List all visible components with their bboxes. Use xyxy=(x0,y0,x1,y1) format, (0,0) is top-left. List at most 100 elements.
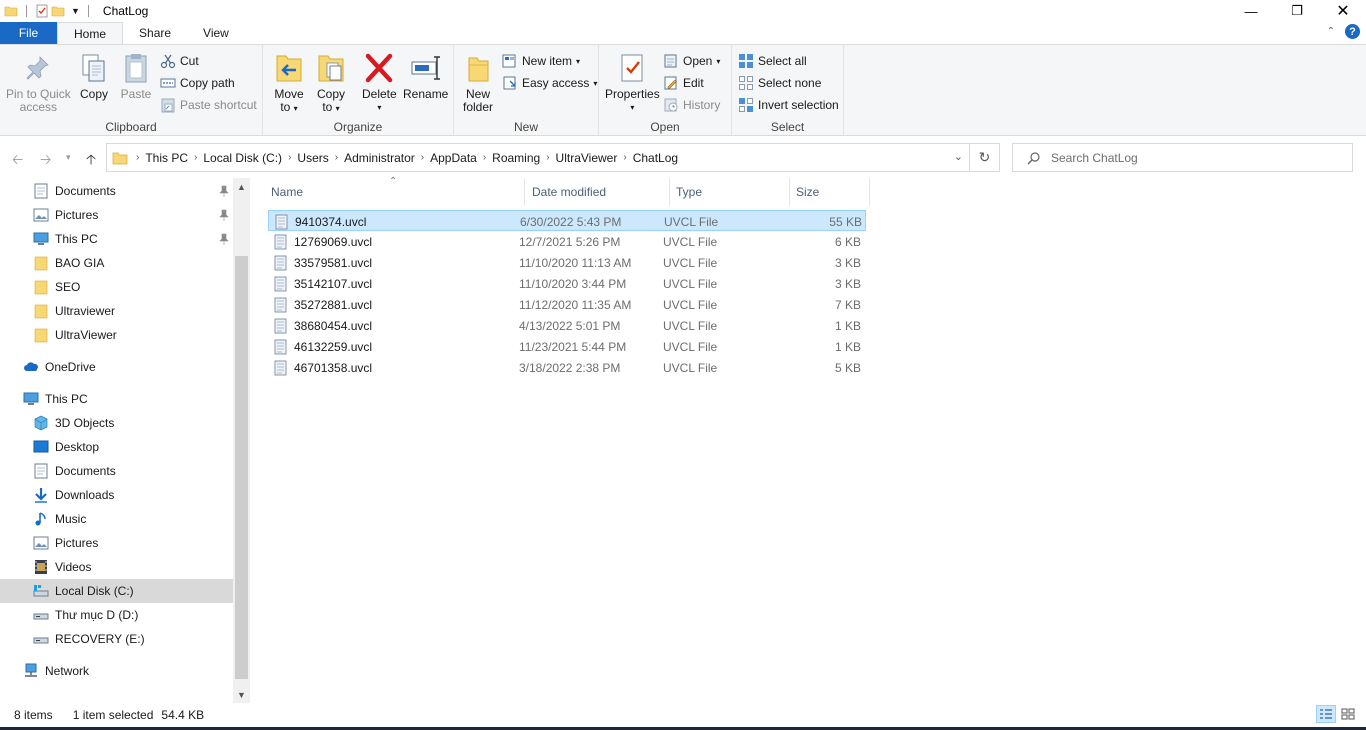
file-type: UVCL File xyxy=(664,214,719,229)
nav-item-this-pc-root[interactable]: This PC xyxy=(0,387,233,411)
invert-selection-button[interactable]: Invert selection xyxy=(738,95,839,115)
breadcrumb-local-disk[interactable]: Local Disk (C:) xyxy=(197,151,288,165)
properties-button[interactable]: Properties ▾ xyxy=(605,51,660,114)
nav-item-pictures[interactable]: Pictures xyxy=(0,203,233,227)
nav-item-documents[interactable]: Documents xyxy=(0,179,233,203)
paste-button[interactable]: Paste xyxy=(120,51,152,101)
file-row[interactable]: 35272881.uvcl 11/12/2020 11:35 AM UVCL Fil… xyxy=(268,294,866,315)
select-all-button[interactable]: Select all xyxy=(738,51,807,71)
nav-item-local-disk[interactable]: Local Disk (C:) xyxy=(0,579,233,603)
breadcrumb-administrator[interactable]: Administrator xyxy=(338,151,421,165)
refresh-button[interactable]: ↻ xyxy=(970,143,1000,172)
file-row[interactable]: 9410374.uvcl 6/30/2022 5:43 PM UVCL File 55… xyxy=(268,210,866,231)
pin-to-quick-access-button[interactable]: Pin to Quick access xyxy=(6,51,71,114)
recent-locations-chevron-icon[interactable]: ▾ xyxy=(66,152,71,163)
nav-item-onedrive[interactable]: OneDrive xyxy=(0,355,233,379)
nav-item-desktop[interactable]: Desktop xyxy=(0,435,233,459)
nav-item-network[interactable]: Network xyxy=(0,659,233,683)
pin-icon[interactable] xyxy=(219,233,229,245)
copy-button[interactable]: Copy xyxy=(78,51,110,101)
rename-button[interactable]: Rename xyxy=(403,51,448,101)
paste-shortcut-button[interactable]: Paste shortcut xyxy=(160,95,257,115)
file-row[interactable]: 12769069.uvcl 12/7/2021 5:26 PM UVCL File 6… xyxy=(268,231,866,252)
nav-item-downloads[interactable]: Downloads xyxy=(0,483,233,507)
nav-item-music[interactable]: Music xyxy=(0,507,233,531)
file-row[interactable]: 35142107.uvcl 11/10/2020 3:44 PM UVCL File… xyxy=(268,273,866,294)
breadcrumb-this-pc[interactable]: This PC xyxy=(139,151,194,165)
tab-file[interactable]: File xyxy=(0,22,57,44)
properties-check-icon[interactable] xyxy=(35,4,49,18)
details-view-button[interactable] xyxy=(1316,705,1336,723)
select-group: Select all Select none Invert selection … xyxy=(732,45,844,136)
copy-to-button[interactable]: Copy to ▾ xyxy=(315,51,347,115)
navigation-scrollbar[interactable]: ▲ ▼ xyxy=(233,178,250,703)
open-button[interactable]: Open ▾ xyxy=(663,51,720,71)
address-bar[interactable]: › This PC › Local Disk (C:) › Users › Ad… xyxy=(106,143,970,172)
new-folder-icon[interactable] xyxy=(51,4,65,18)
restore-button[interactable]: ❐ xyxy=(1274,0,1320,22)
file-name: 12769069.uvcl xyxy=(294,234,373,249)
file-row[interactable]: 46132259.uvcl 11/23/2021 5:44 PM UVCL File… xyxy=(268,336,866,357)
nav-item-drive-d[interactable]: Thư mục D (D:) xyxy=(0,603,233,627)
nav-item-bao-gia[interactable]: BAO GIA xyxy=(0,251,233,275)
move-to-button[interactable]: Move to ▾ xyxy=(273,51,305,115)
easy-access-button[interactable]: Easy access ▾ xyxy=(502,73,597,93)
file-row[interactable]: 46701358.uvcl 3/18/2022 2:38 PM UVCL File 5… xyxy=(268,357,866,378)
edit-label: Edit xyxy=(683,76,704,90)
file-type-cell: UVCL File xyxy=(663,357,783,378)
nav-item-pictures-pc[interactable]: Pictures xyxy=(0,531,233,555)
nav-item-3d-objects[interactable]: 3D Objects xyxy=(0,411,233,435)
history-button[interactable]: History xyxy=(663,95,720,115)
column-header-type[interactable]: Type xyxy=(670,178,790,206)
edit-button[interactable]: Edit xyxy=(663,73,704,93)
nav-item-ultraviewer-2[interactable]: UltraViewer xyxy=(0,323,233,347)
column-header-size[interactable]: Size xyxy=(790,178,870,206)
file-row[interactable]: 38680454.uvcl 4/13/2022 5:01 PM UVCL File 1… xyxy=(268,315,866,336)
breadcrumb-ultraviewer[interactable]: UltraViewer xyxy=(550,151,624,165)
address-history-chevron-icon[interactable]: ⌄ xyxy=(954,150,963,163)
search-input[interactable] xyxy=(1051,150,1331,165)
tab-home[interactable]: Home xyxy=(57,22,124,45)
file-date-cell: 11/10/2020 11:13 AM xyxy=(519,252,663,273)
scroll-up-arrow-icon[interactable]: ▲ xyxy=(233,178,250,195)
breadcrumb-users[interactable]: Users xyxy=(291,151,334,165)
paste-label: Paste xyxy=(120,87,152,101)
delete-button[interactable]: Delete ▾ xyxy=(362,51,397,114)
new-item-button[interactable]: New item ▾ xyxy=(502,51,580,71)
nav-item-this-pc[interactable]: This PC xyxy=(0,227,233,251)
column-header-name[interactable]: Name ⌃ xyxy=(265,176,525,206)
cut-button[interactable]: Cut xyxy=(160,51,199,71)
large-icons-view-button[interactable] xyxy=(1338,705,1358,723)
help-icon[interactable]: ? xyxy=(1345,24,1360,39)
nav-item-label: 3D Objects xyxy=(55,416,115,430)
nav-item-recovery-e[interactable]: RECOVERY (E:) xyxy=(0,627,233,651)
customize-qat-chevron-icon[interactable]: ▼ xyxy=(71,6,80,16)
minimize-button[interactable]: — xyxy=(1228,0,1274,22)
column-header-date[interactable]: Date modified xyxy=(526,178,670,206)
breadcrumb-appdata[interactable]: AppData xyxy=(424,151,483,165)
file-row[interactable]: 33579581.uvcl 11/10/2020 11:13 AM UVCL Fil… xyxy=(268,252,866,273)
nav-item-videos[interactable]: Videos xyxy=(0,555,233,579)
nav-item-documents-pc[interactable]: Documents xyxy=(0,459,233,483)
scrollbar-thumb[interactable] xyxy=(235,256,248,679)
search-box[interactable] xyxy=(1012,143,1353,172)
breadcrumb-roaming[interactable]: Roaming xyxy=(486,151,546,165)
nav-item-ultraviewer[interactable]: Ultraviewer xyxy=(0,299,233,323)
breadcrumb-chatlog[interactable]: ChatLog xyxy=(627,151,684,165)
forward-arrow-icon[interactable]: 🡢 xyxy=(40,149,51,173)
scroll-down-arrow-icon[interactable]: ▼ xyxy=(233,686,250,703)
up-arrow-icon[interactable]: 🡡 xyxy=(86,149,96,173)
copy-path-button[interactable]: Copy path xyxy=(160,73,235,93)
new-folder-button[interactable]: New folder xyxy=(462,51,494,114)
close-button[interactable]: ✕ xyxy=(1320,0,1366,22)
pin-icon[interactable] xyxy=(219,185,229,197)
delete-dropdown-chevron-icon: ▾ xyxy=(377,103,382,112)
tab-share[interactable]: Share xyxy=(123,22,187,44)
select-none-button[interactable]: Select none xyxy=(738,73,821,93)
collapse-ribbon-chevron-icon[interactable]: ⌃ xyxy=(1327,26,1335,37)
nav-item-seo[interactable]: SEO xyxy=(0,275,233,299)
pin-icon[interactable] xyxy=(219,209,229,221)
back-arrow-icon[interactable]: 🡠 xyxy=(12,149,23,173)
tab-view[interactable]: View xyxy=(187,22,245,44)
file-type: UVCL File xyxy=(663,297,718,312)
